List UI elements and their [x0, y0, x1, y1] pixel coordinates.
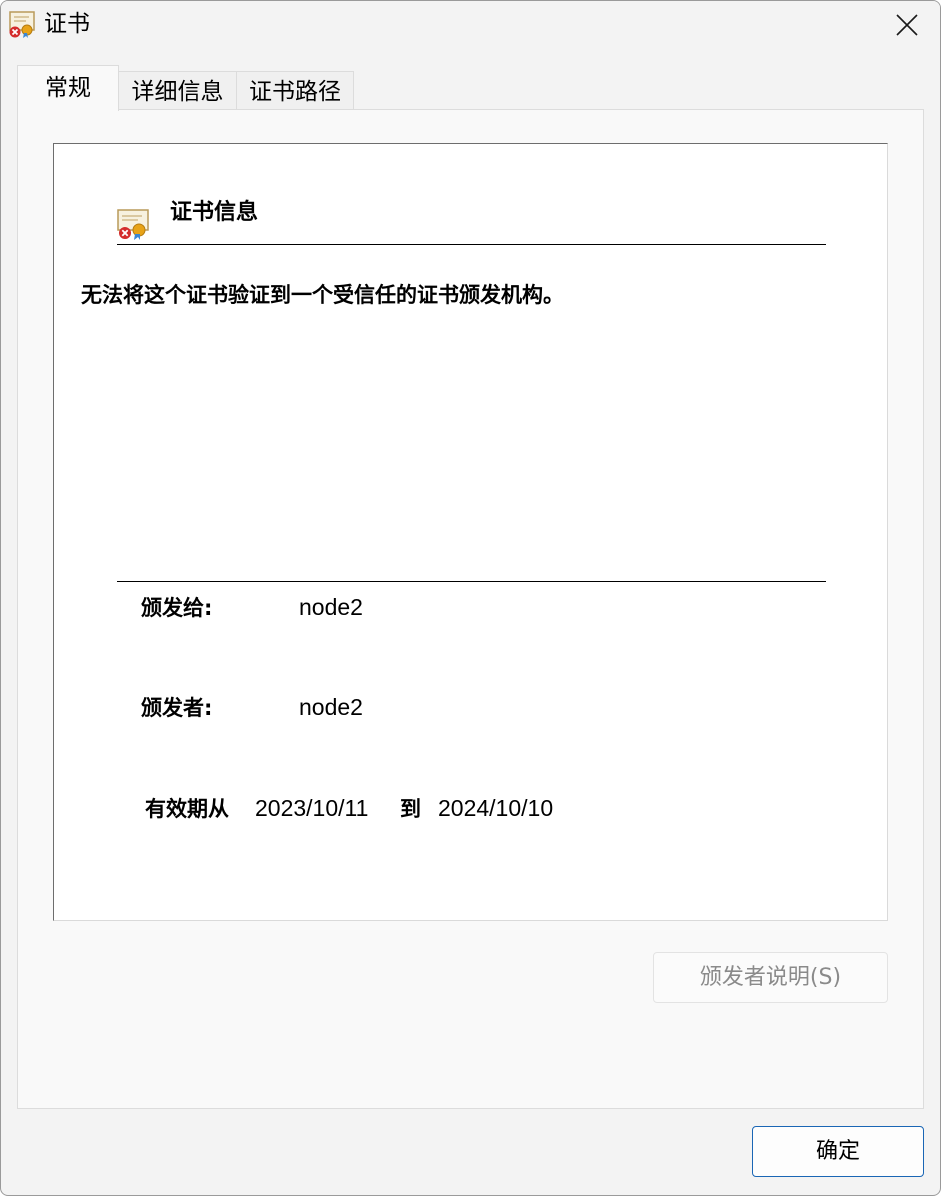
divider — [117, 244, 826, 245]
trust-warning: 无法将这个证书验证到一个受信任的证书颁发机构。 — [81, 283, 564, 307]
certificate-info-box: 证书信息 无法将这个证书验证到一个受信任的证书颁发机构。 颁发给: node2 … — [53, 143, 888, 921]
valid-from-label: 有效期从 — [145, 797, 229, 821]
certificate-error-icon — [117, 209, 149, 240]
divider — [117, 581, 826, 582]
certificate-dialog: 证书 常规 详细信息 证书路径 证书信息 无法将这个证书验证到一个受信任的证书颁… — [0, 0, 941, 1196]
issued-by-value: node2 — [299, 694, 363, 720]
tab-details[interactable]: 详细信息 — [119, 71, 237, 110]
issuer-statement-button[interactable]: 颁发者说明(S) — [653, 952, 888, 1003]
valid-to-label: 到 — [400, 797, 421, 821]
tab-general[interactable]: 常规 — [17, 65, 119, 111]
window-title: 证书 — [44, 11, 90, 37]
valid-from-value: 2023/10/11 — [255, 795, 369, 821]
valid-to-value: 2024/10/10 — [438, 795, 554, 821]
title-bar: 证书 — [1, 1, 940, 49]
close-icon — [896, 14, 918, 36]
close-button[interactable] — [874, 1, 940, 49]
issued-to-value: node2 — [299, 594, 363, 620]
ok-button[interactable]: 确定 — [752, 1126, 924, 1177]
certificate-error-icon — [9, 11, 35, 38]
issued-to-label: 颁发给: — [141, 596, 213, 620]
issued-by-label: 颁发者: — [141, 696, 213, 720]
section-title: 证书信息 — [170, 200, 259, 225]
tab-certification-path[interactable]: 证书路径 — [237, 71, 354, 110]
